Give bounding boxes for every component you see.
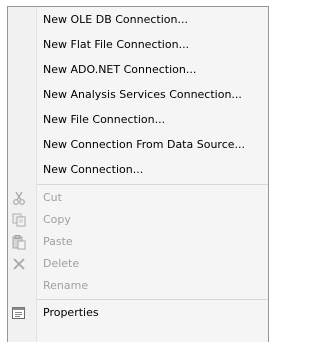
- context-menu: New OLE DB Connection... New Flat File C…: [7, 6, 269, 342]
- menu-item-label: New Analysis Services Connection...: [43, 88, 242, 101]
- menu-item-new-flat-file-connection[interactable]: New Flat File Connection...: [8, 34, 268, 56]
- menu-item-label: New Connection...: [43, 163, 144, 176]
- paste-icon: [11, 234, 27, 250]
- menu-item-label: Paste: [43, 235, 73, 248]
- scissors-icon: [11, 190, 27, 206]
- menu-item-paste[interactable]: Paste: [8, 231, 268, 253]
- menu-item-new-ole-db-connection[interactable]: New OLE DB Connection...: [8, 9, 268, 31]
- copy-icon: [11, 212, 27, 228]
- menu-item-label: Delete: [43, 257, 80, 270]
- menu-item-copy[interactable]: Copy: [8, 209, 268, 231]
- menu-item-label: New OLE DB Connection...: [43, 13, 188, 26]
- menu-item-label: Copy: [43, 213, 71, 226]
- menu-item-new-file-connection[interactable]: New File Connection...: [8, 109, 268, 131]
- menu-separator: [37, 299, 268, 300]
- menu-item-label: New ADO.NET Connection...: [43, 63, 197, 76]
- menu-item-label: New Connection From Data Source...: [43, 138, 246, 151]
- menu-item-label: Rename: [43, 279, 89, 292]
- menu-item-label: New File Connection...: [43, 113, 166, 126]
- menu-item-label: New Flat File Connection...: [43, 38, 190, 51]
- menu-item-rename[interactable]: Rename: [8, 275, 268, 297]
- menu-item-new-ado-net-connection[interactable]: New ADO.NET Connection...: [8, 59, 268, 81]
- menu-item-new-connection[interactable]: New Connection...: [8, 159, 268, 181]
- properties-icon: [11, 305, 27, 321]
- menu-item-properties[interactable]: Properties: [8, 302, 268, 324]
- menu-item-new-connection-from-data-source[interactable]: New Connection From Data Source...: [8, 134, 268, 156]
- menu-item-new-analysis-services-connection[interactable]: New Analysis Services Connection...: [8, 84, 268, 106]
- menu-item-label: Cut: [43, 191, 62, 204]
- menu-separator: [37, 184, 268, 185]
- menu-item-label: Properties: [43, 306, 99, 319]
- menu-item-cut[interactable]: Cut: [8, 187, 268, 209]
- delete-x-icon: [11, 256, 27, 272]
- menu-item-delete[interactable]: Delete: [8, 253, 268, 275]
